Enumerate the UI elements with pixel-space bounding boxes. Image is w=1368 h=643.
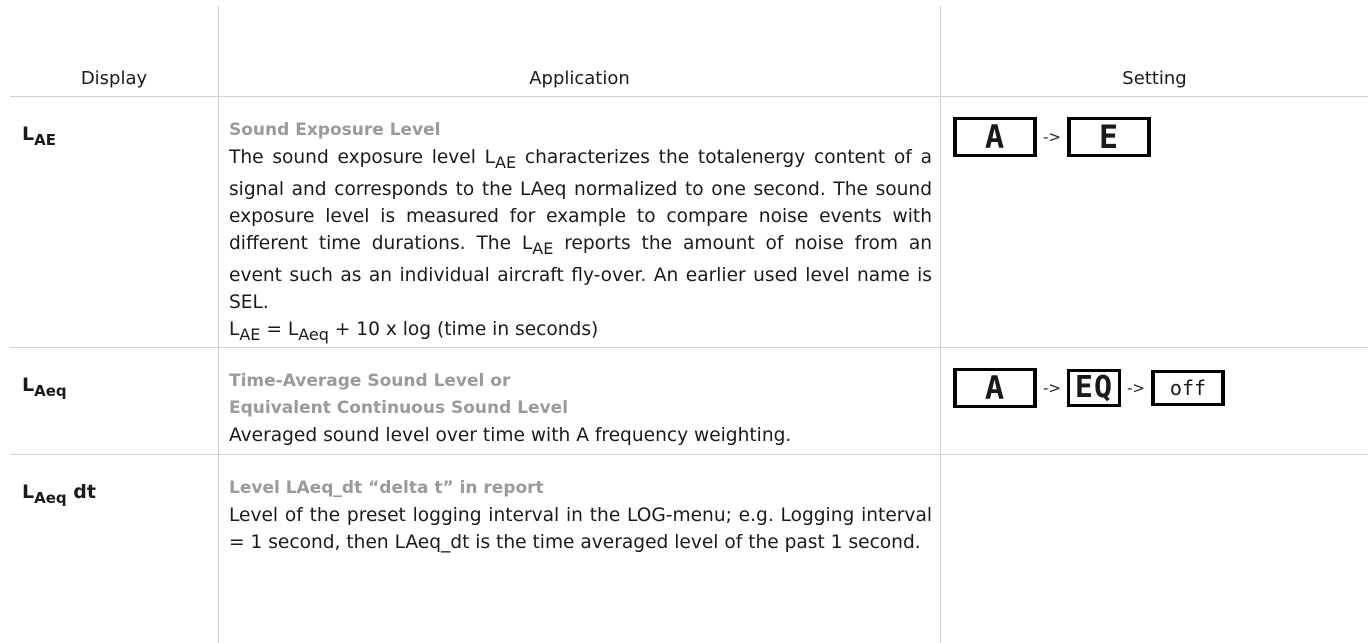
arrow-icon: ->	[1043, 128, 1061, 146]
arrow-icon: ->	[1043, 379, 1061, 397]
application-text: Averaged sound level over time with A fr…	[229, 425, 792, 446]
application-formula: LAE = LAeq + 10 x log (time in seconds)	[229, 319, 599, 344]
table-header: Display Application Setting	[10, 6, 1368, 96]
setting-cell: A -> E	[940, 97, 1368, 347]
table-row-lae: LAE Sound Exposure Level The sound expos…	[10, 96, 1368, 347]
arrow-icon: ->	[1126, 379, 1145, 397]
setting-cell: A -> EQ -> off	[940, 348, 1368, 454]
application-title-line1: Time-Average Sound Level or	[229, 371, 511, 391]
application-cell: Time-Average Sound Level or Equivalent C…	[218, 348, 940, 454]
display-cell: LAeq dt	[10, 455, 218, 643]
application-cell: Level LAeq_dt “delta t” in report Level …	[218, 455, 940, 643]
display-main: L	[22, 481, 35, 503]
display-sub: AE	[34, 131, 56, 149]
display-cell: LAeq	[10, 348, 218, 454]
lcd-display-off: off	[1150, 370, 1225, 406]
table-row-laeq: LAeq Time-Average Sound Level or Equival…	[10, 347, 1368, 454]
application-title-line2: Equivalent Continuous Sound Level	[229, 398, 569, 418]
application-title: Level LAeq_dt “delta t” in report	[229, 478, 544, 498]
display-cell: LAE	[10, 97, 218, 347]
lcd-display-a: A	[953, 117, 1037, 157]
settings-table: Display Application Setting LAE Sound Ex…	[10, 6, 1368, 643]
header-application: Application	[218, 6, 940, 96]
lcd-display-a: A	[953, 368, 1037, 408]
application-title: Sound Exposure Level	[229, 120, 441, 140]
lcd-display-eq: EQ	[1066, 369, 1121, 407]
header-setting: Setting	[940, 6, 1368, 96]
display-main: L	[22, 123, 35, 145]
header-display: Display	[80, 68, 148, 89]
table-row-laeq-dt: LAeq dt Level LAeq_dt “delta t” in repor…	[10, 454, 1368, 643]
setting-cell	[940, 455, 1368, 643]
application-text: Level of the preset logging interval in …	[229, 505, 932, 553]
display-main: L	[22, 374, 35, 396]
display-sub: Aeq	[34, 382, 67, 400]
display-suffix: dt	[66, 481, 96, 503]
application-cell: Sound Exposure Level The sound exposure …	[218, 97, 940, 347]
setting-sequence: A -> E	[953, 117, 1368, 157]
application-text: The sound exposure level LAE characteriz…	[229, 147, 932, 313]
setting-sequence: A -> EQ -> off	[953, 368, 1368, 408]
display-sub: Aeq	[34, 489, 67, 507]
lcd-display-e: E	[1066, 117, 1151, 157]
